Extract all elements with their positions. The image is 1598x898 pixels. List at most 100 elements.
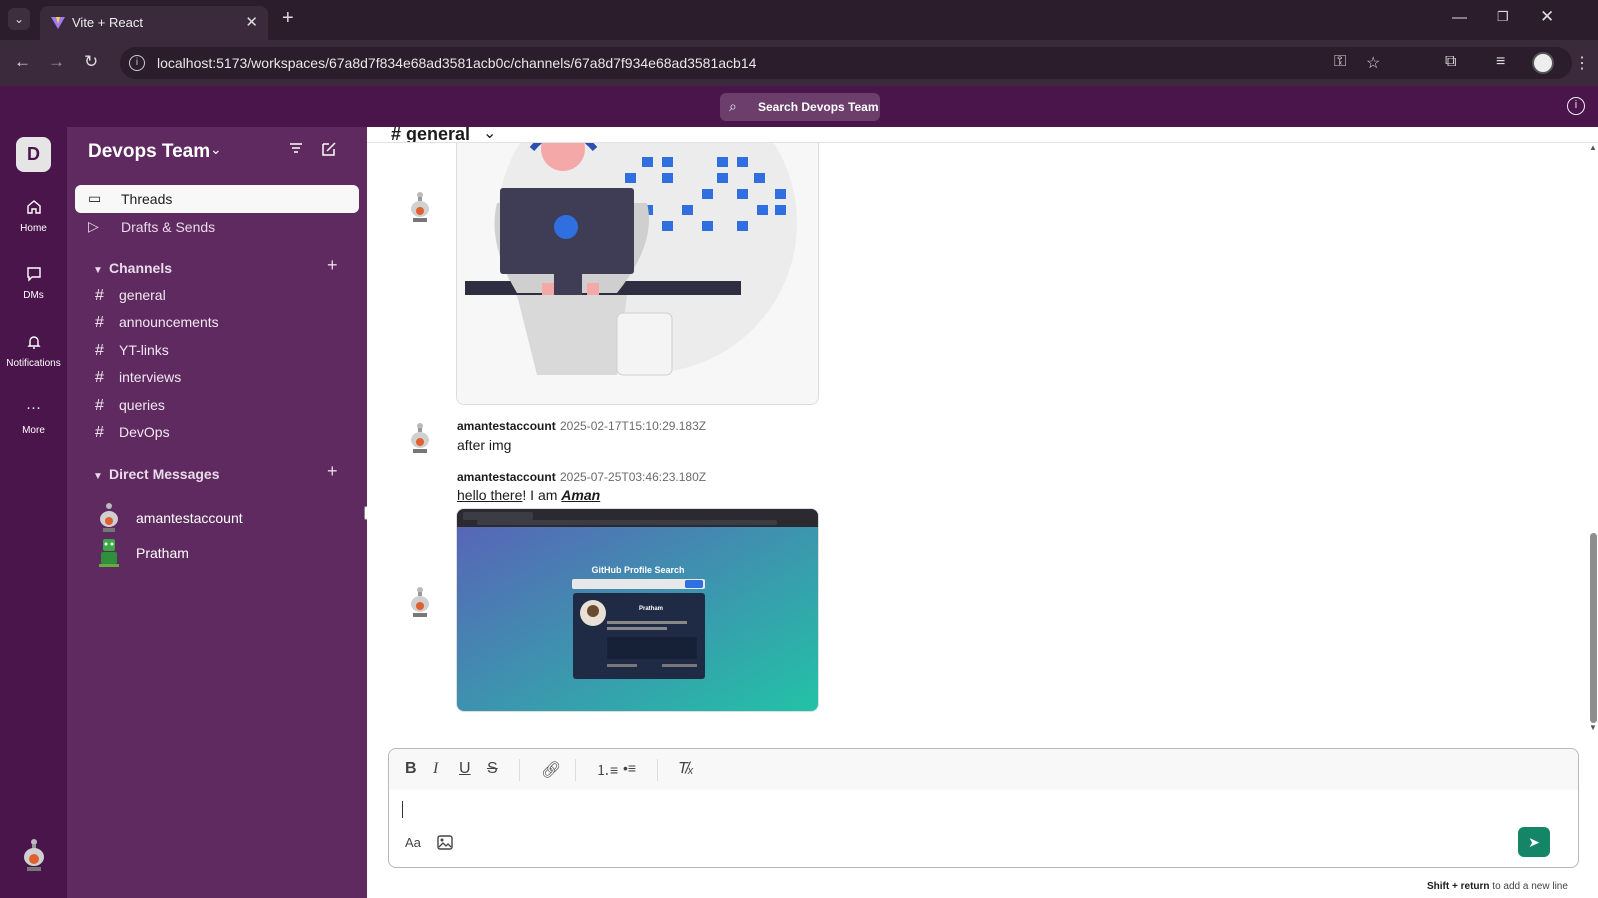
rail-notifications[interactable]: Notifications [0, 332, 67, 369]
message-scrollbar[interactable]: ▲ ▼ [1589, 143, 1598, 733]
user-avatar[interactable] [407, 190, 433, 226]
password-key-icon[interactable]: ⚿ [1334, 53, 1346, 71]
hash-icon: # [95, 369, 104, 386]
url-field[interactable]: i localhost:5173/workspaces/67a8d7f834e6… [120, 47, 1572, 79]
browser-menu-icon[interactable]: ⋮ [1574, 53, 1590, 73]
user-avatar[interactable] [407, 421, 433, 457]
chevron-down-icon[interactable]: ⌄ [210, 141, 222, 158]
back-icon[interactable]: ← [14, 52, 31, 72]
channel-item-interviews[interactable]: # interviews [95, 369, 181, 387]
channel-title[interactable]: # general [391, 127, 470, 142]
channel-label: general [119, 287, 166, 303]
workspace-avatar[interactable]: D [16, 137, 51, 172]
message-author[interactable]: amantestaccount [457, 419, 556, 433]
message-input[interactable] [401, 797, 1501, 823]
message-author[interactable]: amantestaccount [457, 470, 556, 484]
channel-main: # general ⌄ amantestaccount 2025-02-17T1… [367, 127, 1598, 898]
underline-icon[interactable]: U [459, 760, 471, 778]
extensions-icon[interactable]: ⧉ [1445, 53, 1456, 71]
app-top-bar: ⌕ Search Devops Team i [0, 86, 1598, 127]
send-button[interactable]: ➤ [1518, 827, 1550, 857]
message-link[interactable]: hello there [457, 487, 522, 503]
channel-item-queries[interactable]: # queries [95, 397, 165, 415]
message-text: hello there! I am Aman [457, 487, 600, 503]
add-dm-icon[interactable]: + [327, 461, 338, 482]
restore-icon[interactable]: ❐ [1497, 9, 1509, 25]
close-window-icon[interactable]: ✕ [1540, 7, 1554, 27]
ordered-list-icon[interactable]: ⒈≡ [596, 760, 618, 780]
link-icon[interactable]: 🔗︎ [541, 760, 561, 780]
message-timestamp: 2025-07-25T03:46:23.180Z [560, 470, 707, 484]
user-avatar [100, 503, 118, 532]
browser-profile-avatar[interactable] [1532, 52, 1554, 74]
chevron-down-icon[interactable]: ⌄ [483, 127, 496, 142]
workspace-name[interactable]: Devops Team [88, 141, 210, 163]
minimize-icon[interactable]: — [1452, 9, 1467, 26]
workspace-rail: D Home DMs Notifications ··· More [0, 127, 67, 898]
hash-icon: # [95, 287, 104, 304]
rail-dms[interactable]: DMs [0, 264, 67, 301]
add-channel-icon[interactable]: + [327, 255, 338, 276]
preview-title: GitHub Profile Search [591, 565, 684, 575]
browser-tab[interactable]: Vite + React ✕ [40, 6, 268, 40]
bullet-list-icon[interactable]: •≡ [623, 760, 636, 776]
strikethrough-icon[interactable]: S [487, 760, 498, 778]
text-cursor [402, 801, 403, 818]
address-bar-row: ← → ↻ i localhost:5173/workspaces/67a8d7… [0, 40, 1598, 86]
message-image-illustration[interactable] [456, 143, 819, 405]
message-timestamp: 2025-02-17T15:10:29.183Z [560, 419, 707, 433]
channels-heading: Channels [109, 260, 173, 276]
channel-sidebar: Devops Team ⌄ ▭ Threads ▷ Drafts & Sends… [67, 127, 367, 898]
channel-label: YT-links [119, 342, 169, 358]
clear-format-icon[interactable]: T̸ₓ [678, 760, 694, 778]
browser-tab-bar: ⌄ Vite + React ✕ + — ❐ ✕ [0, 0, 1598, 40]
bold-icon[interactable]: B [405, 760, 417, 778]
screenshot-image: GitHub Profile Search Pratham [457, 509, 818, 711]
channel-item-announcements[interactable]: # announcements [95, 314, 219, 332]
tab-list-button[interactable]: ⌄ [8, 8, 30, 30]
search-icon: ⌕ [729, 98, 737, 114]
hash-icon: # [95, 342, 104, 359]
text-format-toggle-icon[interactable]: Aa [405, 835, 421, 850]
workspace-search-button[interactable]: ⌕ Search Devops Team [720, 93, 880, 121]
scroll-down-icon[interactable]: ▼ [1589, 723, 1597, 732]
vite-logo-icon [51, 17, 65, 29]
scroll-up-icon[interactable]: ▲ [1589, 143, 1597, 152]
info-icon[interactable]: i [1567, 97, 1585, 115]
illustration-image [457, 143, 818, 404]
italic-icon[interactable]: I [433, 760, 438, 778]
channel-item-general[interactable]: # general [95, 287, 166, 305]
rail-more[interactable]: ··· More [0, 399, 67, 436]
media-control-icon[interactable]: ≡ [1496, 53, 1505, 71]
nav-drafts-sends[interactable]: ▷ Drafts & Sends [75, 213, 359, 241]
current-user-avatar[interactable] [20, 837, 48, 873]
toolbar-divider [657, 759, 658, 781]
rail-dms-label: DMs [23, 290, 44, 301]
caret-down-icon: ▼ [93, 471, 103, 482]
filter-icon[interactable] [289, 141, 303, 155]
channel-item-yt-links[interactable]: # YT-links [95, 342, 169, 360]
forward-icon[interactable]: → [48, 52, 65, 72]
site-info-icon[interactable]: i [129, 55, 145, 71]
close-tab-icon[interactable]: ✕ [245, 13, 258, 31]
threads-icon: ▭ [88, 190, 102, 206]
dm-heading: Direct Messages [109, 466, 220, 482]
scroll-thumb[interactable] [1590, 533, 1597, 723]
rail-home[interactable]: Home [0, 197, 67, 234]
new-tab-icon[interactable]: + [282, 7, 294, 30]
compose-icon[interactable] [321, 141, 337, 157]
bookmark-star-icon[interactable]: ☆ [1366, 53, 1380, 73]
nav-threads[interactable]: ▭ Threads [75, 185, 359, 213]
reload-icon[interactable]: ↻ [84, 52, 98, 72]
ellipsis-icon: ··· [26, 399, 41, 416]
image-upload-icon[interactable] [437, 835, 453, 850]
message-image-screenshot[interactable]: GitHub Profile Search Pratham [456, 508, 819, 712]
user-avatar[interactable] [407, 585, 433, 621]
channels-section-toggle[interactable]: ▼ Channels [93, 260, 172, 276]
channel-label: announcements [119, 314, 219, 330]
channel-item-devops[interactable]: # DevOps [95, 424, 170, 442]
dm-label: amantestaccount [136, 510, 243, 526]
search-label: Search Devops Team [758, 100, 879, 114]
dm-section-toggle[interactable]: ▼ Direct Messages [93, 466, 220, 482]
channel-label: DevOps [119, 424, 170, 440]
